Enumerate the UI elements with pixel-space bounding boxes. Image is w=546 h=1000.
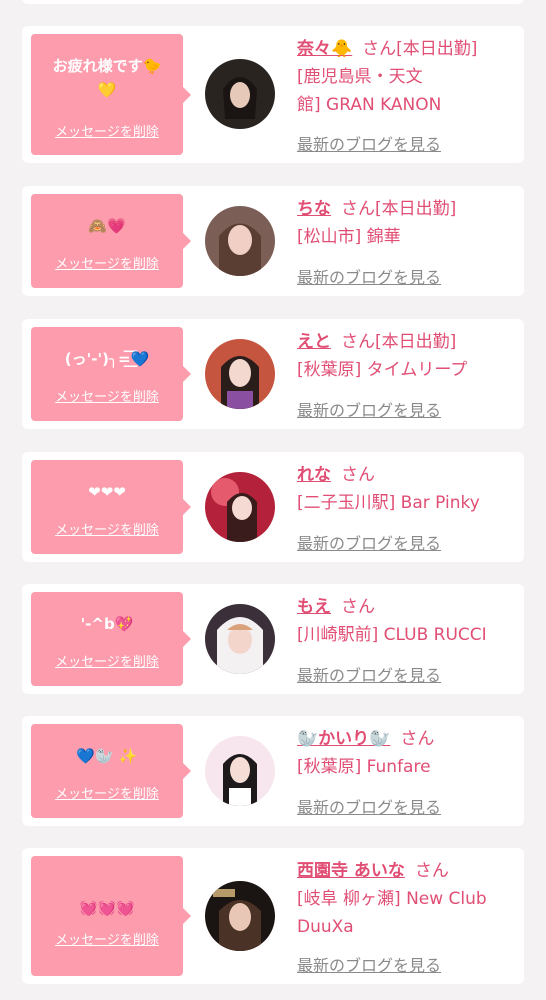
message-card: 💓💓💓 メッセージを削除 西園寺 あいな さん [岐阜 柳ヶ瀬] New Club… <box>22 848 524 984</box>
latest-blog-link[interactable]: 最新のブログを見る <box>297 530 441 554</box>
message-bubble: 💓💓💓 メッセージを削除 <box>31 856 191 976</box>
cast-name-link[interactable]: もえ <box>297 597 331 617</box>
avatar[interactable] <box>205 59 275 129</box>
cast-status: さん[本日出勤] <box>341 332 457 352</box>
avatar[interactable] <box>205 736 275 806</box>
cast-status: さん <box>341 465 375 485</box>
shop-name: [秋葉原] タイムリープ <box>297 360 468 380</box>
message-text: お疲れ様です🐤 💛 <box>52 57 162 99</box>
delete-message-link[interactable]: メッセージを削除 <box>31 519 183 538</box>
delete-message-link[interactable]: メッセージを削除 <box>31 651 183 670</box>
message-bubble: お疲れ様です🐤 💛 メッセージを削除 <box>31 34 191 155</box>
latest-blog-link[interactable]: 最新のブログを見る <box>297 662 441 686</box>
shop-name: [二子玉川駅] Bar Pinky <box>297 493 480 513</box>
message-bubble: 🙈💗 メッセージを削除 <box>31 194 191 288</box>
cast-name-link[interactable]: えと <box>297 332 331 352</box>
shop-name: [鹿児島県・天文 <box>297 67 423 87</box>
latest-blog-link[interactable]: 最新のブログを見る <box>297 794 441 818</box>
message-bubble: 💙🦭 ✨ メッセージを削除 <box>31 724 191 818</box>
delete-message-link[interactable]: メッセージを削除 <box>31 121 183 140</box>
message-card: (っ'-')╮=͟͟͞͞💙 メッセージを削除 えと さん[本日出勤] [秋葉原] … <box>22 319 524 429</box>
previous-card-edge <box>22 0 524 4</box>
avatar[interactable] <box>205 604 275 674</box>
shop-name: [松山市] 錦華 <box>297 227 401 247</box>
message-card: 🙈💗 メッセージを削除 ちな さん[本日出勤] [松山市] 錦華 最新のブログを見… <box>22 186 524 296</box>
avatar[interactable] <box>205 339 275 409</box>
latest-blog-link[interactable]: 最新のブログを見る <box>297 131 441 155</box>
latest-blog-link[interactable]: 最新のブログを見る <box>297 952 441 976</box>
message-text: '-^b💖 <box>80 615 134 633</box>
delete-message-link[interactable]: メッセージを削除 <box>31 253 183 272</box>
latest-blog-link[interactable]: 最新のブログを見る <box>297 397 441 421</box>
avatar[interactable] <box>205 206 275 276</box>
message-card: お疲れ様です🐤 💛 メッセージを削除 奈々🐥 さん[本日出勤] [鹿児島県・天文 … <box>22 26 524 163</box>
message-text: 🙈💗 <box>88 217 126 235</box>
message-text: 💓💓💓 <box>78 899 136 917</box>
message-text: (っ'-')╮=͟͟͞͞💙 <box>64 350 150 368</box>
message-bubble: ❤❤❤ メッセージを削除 <box>31 460 191 554</box>
shop-name: DuuXa <box>297 917 354 937</box>
message-bubble: '-^b💖 メッセージを削除 <box>31 592 191 686</box>
delete-message-link[interactable]: メッセージを削除 <box>31 783 183 802</box>
cast-status: さん <box>341 597 375 617</box>
delete-message-link[interactable]: メッセージを削除 <box>31 929 183 948</box>
message-card: 💙🦭 ✨ メッセージを削除 🦭かいり🦭 さん [秋葉原] Funfare 最新のブ… <box>22 716 524 826</box>
avatar[interactable] <box>205 472 275 542</box>
cast-name-link[interactable]: 🦭かいり🦭 <box>297 729 390 749</box>
delete-message-link[interactable]: メッセージを削除 <box>31 386 183 405</box>
message-bubble: (っ'-')╮=͟͟͞͞💙 メッセージを削除 <box>31 327 191 421</box>
shop-name: [岐阜 柳ヶ瀬] New Club <box>297 889 487 909</box>
cast-status: さん <box>414 861 449 881</box>
latest-blog-link[interactable]: 最新のブログを見る <box>297 264 441 288</box>
cast-name-link[interactable]: れな <box>297 465 331 485</box>
cast-status: さん <box>400 729 435 749</box>
message-card: ❤❤❤ メッセージを削除 れな さん [二子玉川駅] Bar Pinky 最新のブ… <box>22 452 524 562</box>
avatar[interactable] <box>205 881 275 951</box>
shop-name: [秋葉原] Funfare <box>297 757 431 777</box>
message-card: '-^b💖 メッセージを削除 もえ さん [川崎駅前] CLUB RUCCI 最新… <box>22 584 524 694</box>
cast-status: さん[本日出勤] <box>362 39 478 59</box>
shop-name: 館] GRAN KANON <box>297 95 442 115</box>
cast-name-link[interactable]: ちな <box>297 199 331 219</box>
message-text: 💙🦭 ✨ <box>76 747 138 765</box>
cast-name-link[interactable]: 西園寺 あいな <box>297 861 405 881</box>
cast-name-link[interactable]: 奈々🐥 <box>297 39 352 59</box>
shop-name: [川崎駅前] CLUB RUCCI <box>297 625 487 645</box>
cast-status: さん[本日出勤] <box>341 199 457 219</box>
message-text: ❤❤❤ <box>88 483 126 501</box>
